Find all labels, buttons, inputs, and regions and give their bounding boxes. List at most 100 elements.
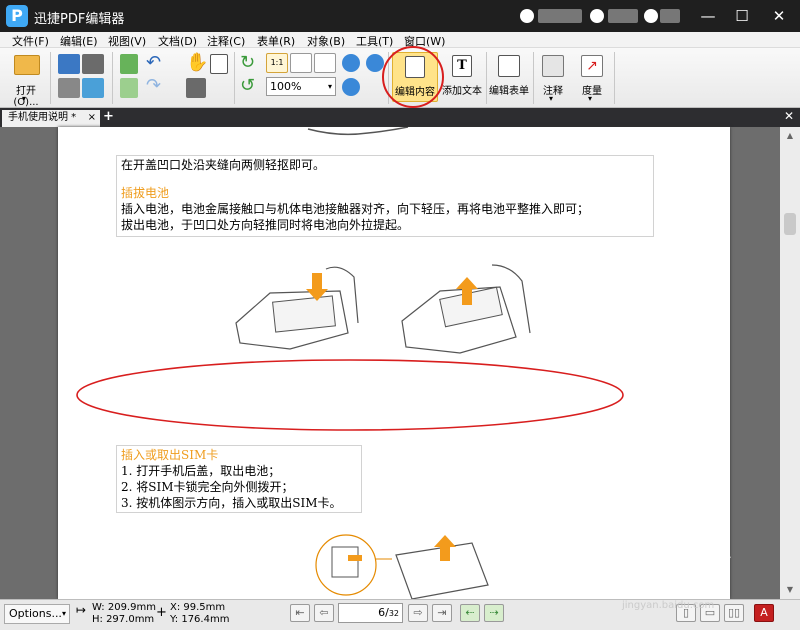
- battery-heading: 插拔电池: [121, 186, 170, 200]
- forward-view-icon[interactable]: ⇢: [484, 604, 504, 622]
- hand-tool-icon[interactable]: ✋: [186, 52, 208, 73]
- scroll-down-icon[interactable]: ▼: [783, 583, 797, 597]
- undo-icon[interactable]: ↶: [146, 52, 161, 73]
- battery-line-1: 插入电池，电池金属接触口与机体电池接触器对齐，向下轻压，再将电池平整推入即可；: [121, 202, 590, 216]
- toolbar-separator: [234, 52, 235, 104]
- edit-form-label: 编辑表单: [489, 86, 529, 97]
- chevron-down-icon: ▾: [588, 94, 593, 103]
- user-account-area[interactable]: [520, 9, 680, 23]
- measure-icon: ↗: [581, 55, 603, 77]
- red-annotation-ellipse: [76, 359, 624, 431]
- import-icon[interactable]: [120, 54, 138, 74]
- page-number-field[interactable]: 6/32: [338, 603, 403, 623]
- vertical-scrollbar[interactable]: ▲ ▼: [780, 127, 800, 599]
- app-title: 迅捷PDF编辑器: [34, 12, 125, 27]
- measure-button[interactable]: ↗ 度量 ▾: [574, 52, 610, 104]
- annotate-icon: [542, 55, 564, 77]
- first-page-icon[interactable]: ⇤: [290, 604, 310, 622]
- edit-form-icon: [498, 55, 520, 77]
- options-label: Options...: [9, 607, 62, 620]
- facing-view-icon[interactable]: ▯▯: [724, 604, 744, 622]
- menu-file[interactable]: 文件(F): [12, 33, 49, 49]
- chevron-down-icon: ▾: [61, 609, 66, 618]
- title-bar: P 迅捷PDF编辑器 — ☐ ✕: [0, 0, 800, 32]
- new-tab-button[interactable]: +: [103, 109, 114, 124]
- page-size-icon: ↦: [76, 603, 87, 617]
- back-view-icon[interactable]: ⇠: [460, 604, 480, 622]
- chevron-down-icon: ▾: [327, 82, 332, 91]
- add-text-button[interactable]: T 添加文本: [440, 52, 484, 102]
- email-icon[interactable]: [82, 78, 104, 98]
- toolbar-separator: [50, 52, 51, 104]
- menu-document[interactable]: 文档(D): [158, 33, 197, 49]
- intro-line: 在开盖凹口处沿夹缝向两侧轻抠即可。: [121, 158, 326, 172]
- minimize-button[interactable]: —: [694, 4, 722, 28]
- blurred-info: [608, 9, 638, 23]
- battery-line-2: 拔出电池，于凹口处方向轻推同时将电池向外拉提起。: [121, 218, 410, 232]
- maximize-button[interactable]: ☐: [728, 4, 756, 28]
- blurred-info-2: [660, 9, 680, 23]
- tab-close-icon[interactable]: ×: [88, 110, 96, 126]
- menu-object[interactable]: 对象(B): [307, 33, 345, 49]
- battery-insert-illustration: [235, 264, 531, 354]
- user-avatar-icon: [520, 9, 534, 23]
- sim-card-illustration: [315, 534, 489, 599]
- fit-width-icon[interactable]: [314, 53, 336, 73]
- zoom-select[interactable]: 100% ▾: [266, 77, 336, 96]
- fit-page-icon[interactable]: [290, 53, 312, 73]
- zoom-plus-icon[interactable]: [342, 78, 360, 96]
- rotate-cw-icon[interactable]: ↻: [240, 52, 255, 73]
- zoom-value: 100%: [270, 80, 302, 93]
- sim-heading: 插入或取出SIM卡: [121, 448, 219, 462]
- tab-document[interactable]: 手机使用说明 * ×: [2, 110, 100, 127]
- highlight-circle: [382, 46, 444, 108]
- current-page: 6: [378, 606, 386, 619]
- sim-step-1: 1. 打开手机后盖，取出电池；: [121, 464, 281, 478]
- menu-comment[interactable]: 注释(C): [207, 33, 245, 49]
- menu-view[interactable]: 视图(V): [108, 33, 146, 49]
- app-logo-icon: P: [6, 5, 28, 27]
- scroll-up-icon[interactable]: ▲: [783, 129, 797, 143]
- sim-text-box[interactable]: 插入或取出SIM卡 1. 打开手机后盖，取出电池； 2. 将SIM卡锁完全向外侧…: [116, 445, 362, 513]
- menu-form[interactable]: 表单(R): [257, 33, 295, 49]
- toolbar-separator: [486, 52, 487, 104]
- scroll-thumb[interactable]: [784, 213, 796, 235]
- tab-bar: 手机使用说明 * × + ✕: [0, 108, 800, 127]
- edit-form-button[interactable]: 编辑表单: [488, 52, 530, 102]
- toolbar-separator: [112, 52, 113, 104]
- chevron-down-icon: ▾: [549, 94, 554, 103]
- battery-text-box[interactable]: 在开盖凹口处沿夹缝向两侧轻抠即可。 插拔电池 插入电池，电池金属接触口与机体电池…: [116, 155, 654, 237]
- print-icon[interactable]: [58, 78, 80, 98]
- actual-size-icon[interactable]: 1:1: [266, 53, 288, 73]
- last-page-icon[interactable]: ⇥: [432, 604, 452, 622]
- blurred-username: [538, 9, 582, 23]
- open-button[interactable]: 打开(O)... ▾: [4, 52, 48, 108]
- sim-step-3: 3. 按机体图示方向，插入或取出SIM卡。: [121, 496, 342, 510]
- toolbar-separator: [533, 52, 534, 104]
- folder-icon: [14, 55, 40, 75]
- page-width: W: 209.9mm: [92, 602, 156, 613]
- options-dropdown[interactable]: Options... ▾: [4, 604, 70, 624]
- annotate-button[interactable]: 注释 ▾: [537, 52, 569, 104]
- add-text-icon: T: [452, 55, 472, 77]
- export-icon[interactable]: [120, 78, 138, 98]
- prev-page-icon[interactable]: ⇦: [314, 604, 334, 622]
- redo-icon[interactable]: ↷: [146, 75, 161, 96]
- baidu-watermark: Bai 经验: [612, 546, 731, 581]
- scanner-icon[interactable]: [82, 54, 104, 74]
- close-window-button[interactable]: ✕: [765, 4, 793, 28]
- page-height: H: 297.0mm: [92, 614, 155, 625]
- rotate-ccw-icon[interactable]: ↺: [240, 75, 255, 96]
- pdf-icon[interactable]: A: [754, 604, 774, 622]
- menu-edit[interactable]: 编辑(E): [60, 33, 98, 49]
- close-all-tabs-icon[interactable]: ✕: [784, 109, 794, 123]
- user-avatar-icon-3: [644, 9, 658, 23]
- save-icon[interactable]: [58, 54, 80, 74]
- next-page-icon[interactable]: ⇨: [408, 604, 428, 622]
- select-tool-icon[interactable]: [210, 54, 228, 74]
- snapshot-icon[interactable]: [186, 78, 206, 98]
- toolbar-separator: [614, 52, 615, 104]
- zoom-in-icon[interactable]: [342, 54, 360, 72]
- total-pages: 32: [388, 609, 399, 618]
- chevron-down-icon: ▾: [22, 94, 27, 103]
